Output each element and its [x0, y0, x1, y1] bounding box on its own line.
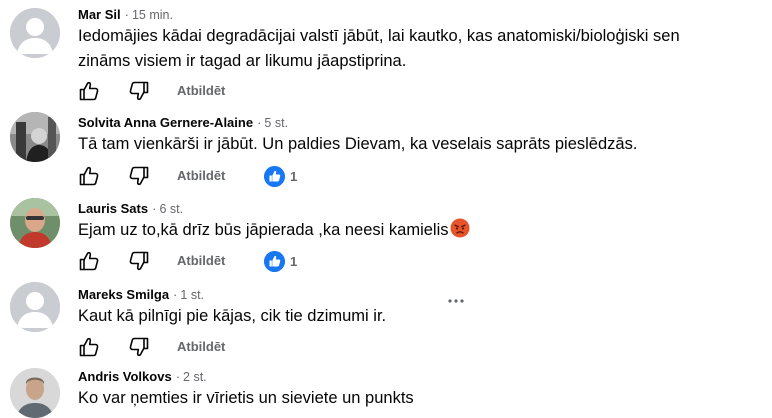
timestamp[interactable]: 15 min.: [132, 8, 173, 22]
reply-button[interactable]: Atbildēt: [177, 339, 225, 354]
comment: Mareks Smilga · 1 st. Kaut kā pilnīgi pie …: [0, 278, 772, 358]
separator: ·: [175, 369, 181, 384]
thumbs-down-icon[interactable]: [128, 165, 150, 187]
author-name[interactable]: Mareks Smilga: [78, 287, 169, 302]
profile-photo: [10, 112, 60, 162]
like-reaction-icon: [264, 251, 285, 272]
timestamp[interactable]: 2 st.: [183, 370, 207, 384]
author-line: Solvita Anna Gernere-Alaine · 5 st.: [78, 115, 288, 130]
comment-text-line: Tā tam vienkārši ir jābūt. Un paldies Di…: [78, 135, 638, 153]
profile-photo: [10, 198, 60, 248]
comment-text: Tā tam vienkārši ir jābūt. Un paldies Di…: [78, 132, 637, 157]
comment-text: Ejam uz to,kā drīz būs jāpierada ,ka nee…: [78, 218, 470, 243]
thumbs-down-icon[interactable]: [128, 80, 150, 102]
reply-button[interactable]: Atbildēt: [177, 168, 225, 183]
comment-text-line: Iedomājies kādai degradācijai valstī jāb…: [78, 27, 680, 45]
author-name[interactable]: Andris Volkovs: [78, 369, 172, 384]
thumbs-up-icon[interactable]: [78, 80, 100, 102]
avatar[interactable]: [10, 198, 60, 248]
author-line: Andris Volkovs · 2 st.: [78, 369, 207, 384]
timestamp[interactable]: 1 st.: [180, 288, 204, 302]
comment-text-line: Ejam uz to,kā drīz būs jāpierada ,ka nee…: [78, 221, 449, 239]
comment-text: Iedomājies kādai degradācijai valstī jāb…: [78, 24, 680, 74]
timestamp[interactable]: 5 st.: [264, 116, 288, 130]
comment-text: Kaut kā pilnīgi pie kājas, cik tie dzimu…: [78, 304, 386, 329]
thumbs-up-icon[interactable]: [78, 165, 100, 187]
separator: ·: [257, 115, 262, 130]
author-line: Mar Sil · 15 min.: [78, 7, 173, 22]
separator: ·: [173, 287, 178, 302]
thumbs-down-icon[interactable]: [128, 250, 150, 272]
comment-text-line: Kaut kā pilnīgi pie kājas, cik tie dzimu…: [78, 307, 387, 325]
avatar[interactable]: [10, 368, 60, 418]
comment: Mar Sil · 15 min. Iedomājies kādai degradā…: [0, 0, 772, 102]
author-name[interactable]: Solvita Anna Gernere-Alaine: [78, 115, 253, 130]
comment-text: Ko var ņemties ir vīrietis un sieviete u…: [78, 386, 414, 411]
separator: ·: [124, 7, 129, 22]
comment-text-line: Ko var ņemties ir vīrietis un sieviete u…: [78, 389, 414, 407]
thumbs-up-icon[interactable]: [78, 336, 100, 358]
comment: Solvita Anna Gernere-Alaine · 5 st. Tā tam…: [0, 100, 772, 190]
reaction-count: 1: [290, 254, 298, 269]
comment: Lauris Sats · 6 st. Ejam uz to,kā drīz būs…: [0, 190, 772, 278]
author-name[interactable]: Mar Sil: [78, 7, 121, 22]
default-avatar-icon: [10, 282, 60, 332]
reaction-count: 1: [290, 169, 298, 184]
more-options-icon[interactable]: [447, 296, 465, 306]
author-line: Lauris Sats · 6 st.: [78, 201, 183, 216]
angry-face-emoji: [450, 218, 470, 238]
separator: ·: [152, 201, 157, 216]
comment: Andris Volkovs · 2 st. Ko var ņemties ir v…: [0, 358, 772, 418]
like-reaction-icon: [264, 166, 285, 187]
avatar[interactable]: [10, 282, 60, 332]
profile-photo: [10, 368, 60, 418]
author-name[interactable]: Lauris Sats: [78, 201, 148, 216]
thumbs-down-icon[interactable]: [128, 336, 150, 358]
avatar[interactable]: [10, 8, 60, 58]
thumbs-up-icon[interactable]: [78, 250, 100, 272]
default-avatar-icon: [10, 8, 60, 58]
reply-button[interactable]: Atbildēt: [177, 83, 225, 98]
avatar[interactable]: [10, 112, 60, 162]
author-line: Mareks Smilga · 1 st.: [78, 287, 204, 302]
comment-text-line: zināms visiem ir tagad ar likumu jāapsti…: [78, 52, 407, 70]
timestamp[interactable]: 6 st.: [159, 202, 183, 216]
reply-button[interactable]: Atbildēt: [177, 253, 225, 268]
